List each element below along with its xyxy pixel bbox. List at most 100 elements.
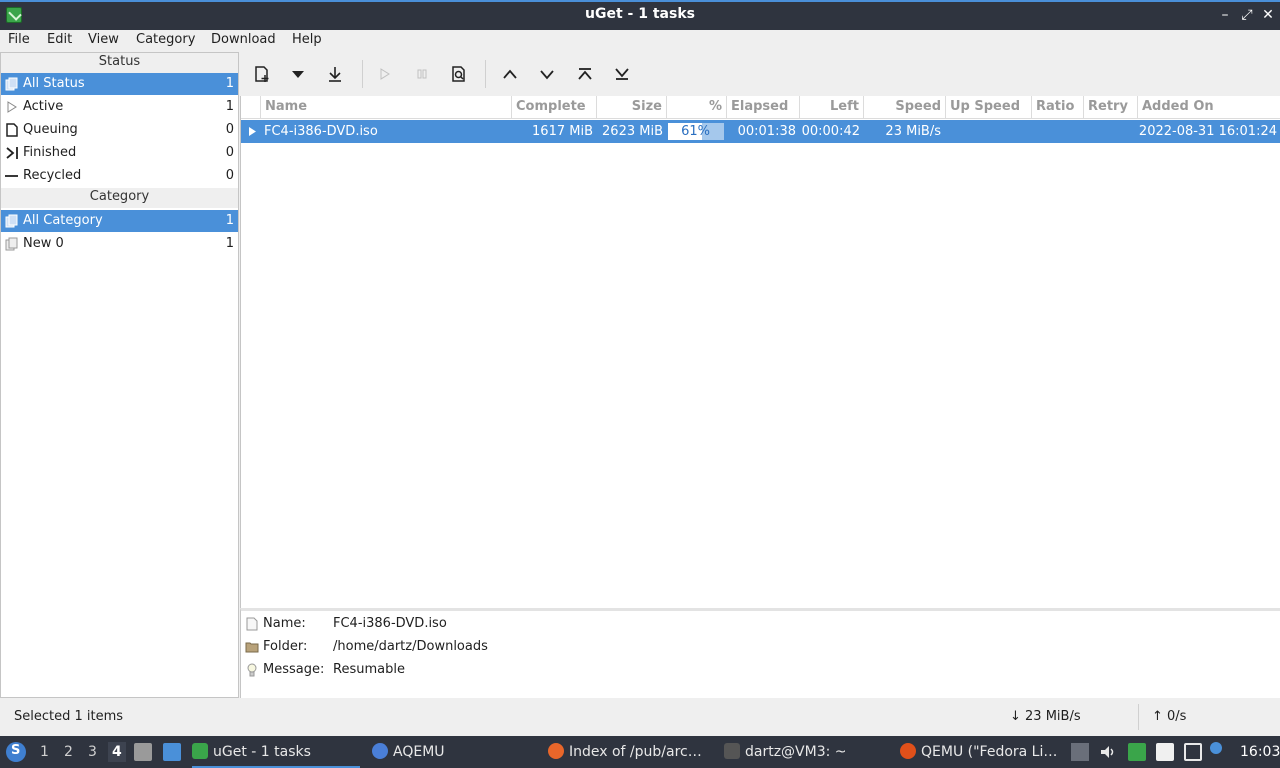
move-top-button[interactable] — [573, 62, 597, 86]
start-button[interactable] — [373, 62, 397, 86]
move-bottom-button[interactable] — [610, 62, 634, 86]
lightbulb-icon — [247, 663, 257, 677]
notification-icon[interactable] — [1210, 742, 1222, 754]
start-menu-icon[interactable] — [6, 742, 26, 762]
sidebar-item-all-category[interactable]: All Category 1 — [1, 210, 238, 232]
detail-folder-label: Folder: — [263, 639, 308, 654]
tray-uget-icon[interactable] — [1128, 743, 1146, 761]
column-up-speed[interactable]: Up Speed — [946, 96, 1032, 119]
sidebar-item-count: 1 — [225, 236, 234, 251]
sidebar-item-count: 1 — [225, 99, 234, 114]
task-retry — [1084, 120, 1134, 143]
column-speed[interactable]: Speed — [864, 96, 946, 119]
pause-button[interactable] — [410, 62, 434, 86]
network-icon[interactable] — [1184, 743, 1202, 761]
menu-bar: File Edit View Category Download Help — [0, 30, 1280, 52]
close-button[interactable]: ✕ — [1259, 6, 1277, 24]
download-icon — [329, 67, 341, 82]
terminal-icon — [724, 743, 740, 759]
window-title: uGet - 1 tasks — [585, 6, 695, 22]
column-added-on[interactable]: Added On — [1138, 96, 1280, 119]
column-retry[interactable]: Retry — [1084, 96, 1138, 119]
menu-edit[interactable]: Edit — [47, 32, 72, 47]
column-left[interactable]: Left — [800, 96, 864, 119]
column-complete[interactable]: Complete — [512, 96, 597, 119]
workspace-3[interactable]: 3 — [88, 744, 97, 760]
toolbar-separator — [485, 60, 486, 88]
column-percent[interactable]: % — [667, 96, 727, 119]
sidebar-item-finished[interactable]: Finished 0 — [1, 142, 238, 164]
taskbar-app-qemu[interactable]: QEMU ("Fedora Li… — [900, 742, 1060, 762]
finish-icon — [6, 147, 18, 159]
move-bottom-icon — [615, 68, 629, 80]
file-manager-icon[interactable] — [134, 743, 152, 761]
move-top-icon — [578, 68, 592, 80]
folder-icon — [245, 642, 259, 653]
tray-updates-icon[interactable] — [1071, 743, 1089, 761]
move-up-button[interactable] — [498, 62, 522, 86]
aqemu-icon — [372, 743, 388, 759]
chevron-down-icon — [540, 70, 554, 80]
minimize-button[interactable]: – — [1216, 6, 1234, 24]
workspace-1[interactable]: 1 — [40, 744, 49, 760]
download-speed: ↓ 23 MiB/s — [1010, 709, 1081, 724]
task-added-on: 2022-08-31 16:01:24 — [1138, 124, 1277, 139]
download-button[interactable] — [323, 62, 347, 86]
sidebar-item-count: 0 — [225, 145, 234, 160]
menu-view[interactable]: View — [88, 32, 119, 47]
sidebar: Status All Status 1 Active 1 Queuing 0 F… — [0, 52, 239, 698]
status-bar: Selected 1 items ↓ 23 MiB/s ↑ 0/s — [0, 698, 1280, 736]
sidebar-item-label: New 0 — [23, 236, 64, 251]
properties-button[interactable] — [447, 62, 471, 86]
sidebar-item-active[interactable]: Active 1 — [1, 96, 238, 118]
maximize-button[interactable]: ⤢ — [1238, 6, 1256, 24]
taskbar-app-aqemu[interactable]: AQEMU — [372, 742, 532, 762]
taskbar-app-uget[interactable]: uGet - 1 tasks — [192, 742, 360, 768]
play-icon — [249, 127, 256, 136]
detail-name-label: Name: — [263, 616, 306, 631]
menu-download[interactable]: Download — [211, 32, 276, 47]
upload-speed: ↑ 0/s — [1152, 709, 1187, 724]
table-row[interactable]: FC4-i386-DVD.iso 1617 MiB 2623 MiB 61% 0… — [241, 120, 1280, 143]
menu-file[interactable]: File — [8, 32, 30, 47]
sidebar-item-queuing[interactable]: Queuing 0 — [1, 119, 238, 141]
sidebar-item-count: 0 — [225, 122, 234, 137]
selection-status: Selected 1 items — [14, 709, 124, 724]
sidebar-item-label: Finished — [23, 145, 77, 160]
volume-icon[interactable] — [1099, 743, 1117, 761]
menu-help[interactable]: Help — [292, 32, 322, 47]
task-up-speed — [946, 120, 1028, 143]
clock: 16:03 — [1240, 744, 1280, 760]
move-down-button[interactable] — [535, 62, 559, 86]
toolbar — [240, 52, 1280, 96]
sidebar-item-all-status[interactable]: All Status 1 — [1, 73, 238, 95]
task-left: 00:00:42 — [801, 124, 860, 139]
chevron-up-icon — [503, 69, 517, 79]
taskbar-app-label: uGet - 1 tasks — [213, 744, 311, 760]
new-download-button[interactable] — [250, 62, 274, 86]
play-icon — [380, 68, 390, 80]
menu-category[interactable]: Category — [136, 32, 195, 47]
column-size[interactable]: Size — [597, 96, 667, 119]
taskbar-app-firefox[interactable]: Index of /pub/arc… — [548, 742, 708, 762]
sidebar-item-recycled[interactable]: Recycled 0 — [1, 165, 238, 187]
column-name[interactable]: Name — [261, 96, 512, 119]
tray-clipboard-icon[interactable] — [1156, 743, 1174, 761]
column-ratio[interactable]: Ratio — [1032, 96, 1084, 119]
column-elapsed[interactable]: Elapsed — [727, 96, 800, 119]
taskbar: 1 2 3 4 uGet - 1 tasks AQEMU Index of /p… — [0, 736, 1280, 768]
status-section-header: Status — [1, 53, 238, 73]
sidebar-item-count: 1 — [225, 213, 234, 228]
workspace-2[interactable]: 2 — [64, 744, 73, 760]
desktop-icon[interactable] — [163, 743, 181, 761]
detail-name-value: FC4-i386-DVD.iso — [333, 616, 447, 631]
minus-icon — [5, 175, 18, 177]
detail-message-label: Message: — [263, 662, 325, 677]
task-list[interactable]: Name Complete Size % Elapsed Left Speed … — [240, 96, 1280, 608]
taskbar-app-terminal[interactable]: dartz@VM3: ~ — [724, 742, 884, 762]
new-dropdown-button[interactable] — [286, 62, 310, 86]
uget-icon — [192, 743, 208, 759]
detail-message-row: Message: Resumable — [241, 659, 841, 681]
sidebar-item-new-0[interactable]: New 0 1 — [1, 233, 238, 255]
workspace-4[interactable]: 4 — [108, 742, 126, 762]
